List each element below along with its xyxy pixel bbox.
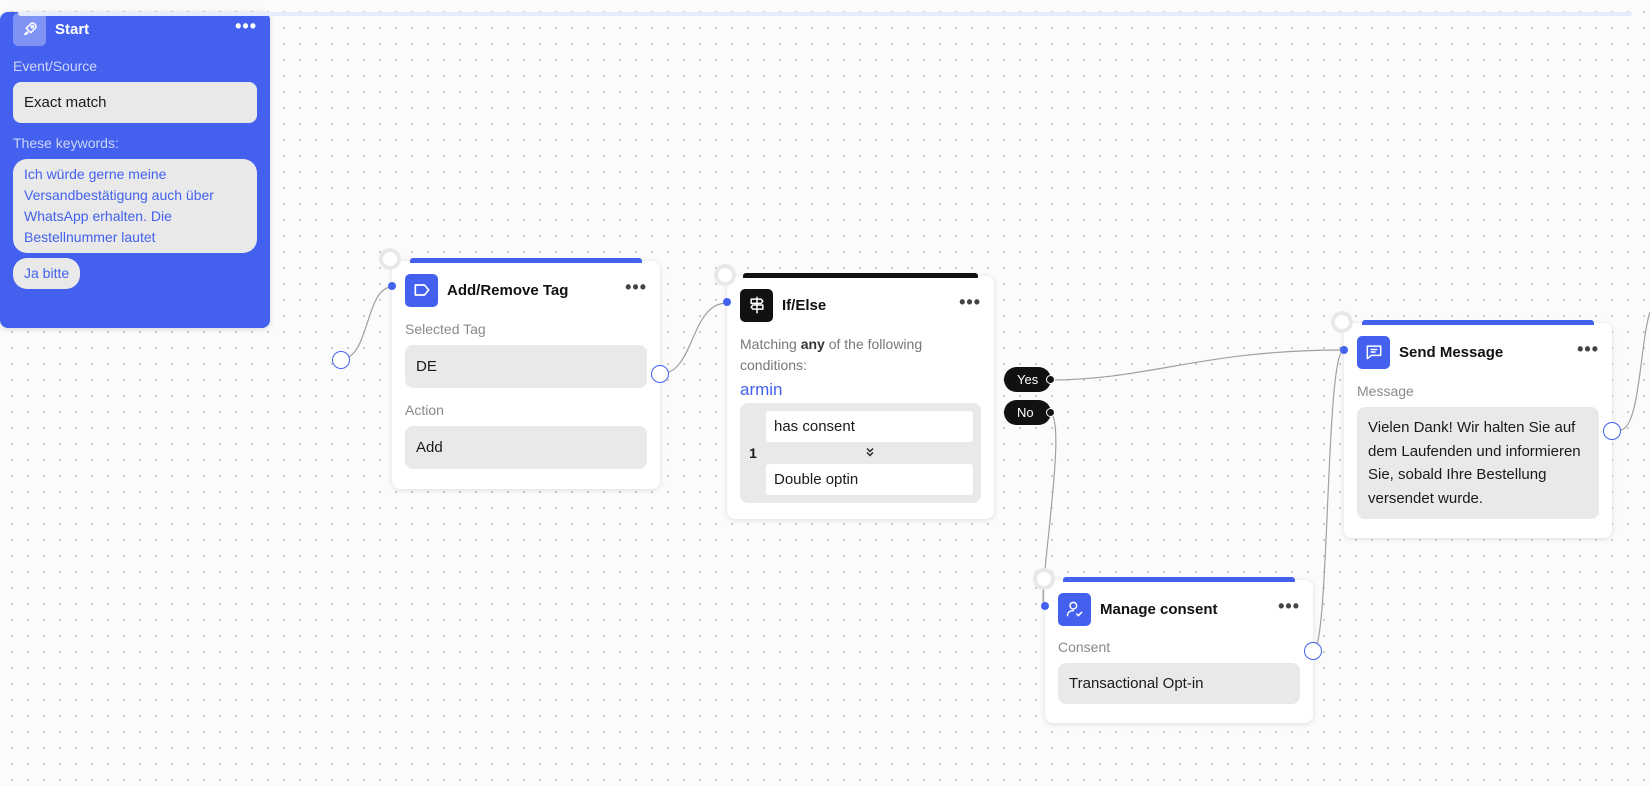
selected-tag-label: Selected Tag (405, 321, 486, 337)
tag-node-title: Add/Remove Tag (447, 281, 569, 299)
tag-input-dot (388, 282, 396, 290)
send-message-input-dot (1340, 346, 1348, 354)
send-message-input-handle[interactable] (1331, 311, 1353, 333)
ifelse-node-menu-button[interactable]: ••• (959, 293, 981, 313)
matching-prefix: Matching (740, 336, 797, 352)
edge-send-out (1619, 311, 1650, 431)
action-label: Action (405, 402, 444, 418)
consent-input-handle[interactable] (1033, 568, 1055, 590)
matching-description: Matching any of the following conditions… (740, 334, 981, 376)
matching-mode: any (800, 336, 825, 352)
event-source-value[interactable]: Exact match (13, 82, 257, 123)
keyword-chip[interactable]: Ja bitte (13, 258, 81, 289)
tag-input-handle[interactable] (379, 248, 401, 270)
message-value[interactable]: Vielen Dank! Wir halten Sie auf dem Lauf… (1357, 407, 1599, 519)
ifelse-input-handle[interactable] (714, 264, 736, 286)
tag-icon (405, 273, 438, 307)
condition-number: 1 (749, 445, 757, 461)
consent-output-handle[interactable] (1304, 642, 1322, 660)
start-output-handle[interactable] (332, 351, 350, 369)
node-accent-bar (1362, 320, 1594, 325)
if-else-node[interactable]: If/Else ••• Matching any of the followin… (727, 273, 994, 519)
ifelse-input-dot (723, 298, 731, 306)
yes-branch-pill[interactable]: Yes (1004, 367, 1055, 392)
condition-value[interactable]: Double optin (766, 464, 973, 495)
send-message-output-handle[interactable] (1603, 422, 1621, 440)
node-accent-bar (1063, 577, 1295, 582)
user-check-icon (1058, 592, 1091, 626)
message-label: Message (1357, 383, 1414, 399)
send-message-menu-button[interactable]: ••• (1577, 340, 1599, 360)
manage-consent-menu-button[interactable]: ••• (1278, 597, 1300, 617)
consent-label: Consent (1058, 639, 1111, 655)
edge-start-to-tag (340, 286, 393, 360)
yes-branch-label: Yes (1017, 372, 1039, 387)
tag-node-menu-button[interactable]: ••• (625, 278, 647, 298)
no-branch-label: No (1017, 405, 1034, 420)
chat-bubble-icon (1357, 335, 1390, 369)
start-node-title: Start (55, 20, 90, 38)
action-value[interactable]: Add (405, 426, 647, 469)
node-accent-bar (743, 273, 978, 278)
start-node-topbar (18, 12, 1632, 16)
yes-branch-handle[interactable] (1046, 375, 1055, 384)
tag-output-handle[interactable] (651, 365, 669, 383)
manage-consent-title: Manage consent (1100, 600, 1218, 618)
send-message-node[interactable]: Send Message ••• Message Vielen Dank! Wi… (1344, 320, 1612, 538)
consent-value[interactable]: Transactional Opt-in (1058, 663, 1300, 704)
condition-group: 1 has consent Double optin (740, 403, 981, 503)
keywords-label: These keywords: (13, 135, 119, 151)
send-message-title: Send Message (1399, 343, 1504, 361)
selected-tag-value[interactable]: DE (405, 345, 647, 388)
edge-yes-to-send (1048, 349, 1345, 381)
keyword-chip[interactable]: Ich würde gerne meine Versandbestätigung… (13, 159, 257, 253)
rocket-icon (13, 12, 46, 46)
node-accent-bar (410, 258, 642, 263)
edge-consent-to-send (1312, 349, 1345, 652)
consent-input-dot (1041, 602, 1049, 610)
add-remove-tag-node[interactable]: Add/Remove Tag ••• Selected Tag DE Actio… (392, 258, 660, 489)
no-branch-handle[interactable] (1046, 408, 1055, 417)
no-branch-pill[interactable]: No (1004, 400, 1055, 425)
edge-tag-to-ifelse (659, 302, 728, 375)
start-node[interactable]: Start ••• Event/Source Exact match These… (0, 12, 1632, 328)
condition-field[interactable]: has consent (766, 411, 973, 442)
manage-consent-node[interactable]: Manage consent ••• Consent Transactional… (1045, 577, 1313, 723)
signpost-icon (740, 288, 773, 322)
ifelse-node-title: If/Else (782, 296, 827, 314)
start-node-menu-button[interactable]: ••• (235, 17, 257, 37)
condition-contact-name[interactable]: armin (740, 380, 981, 400)
chevron-double-down-icon[interactable] (766, 442, 973, 464)
event-source-label: Event/Source (13, 58, 98, 74)
